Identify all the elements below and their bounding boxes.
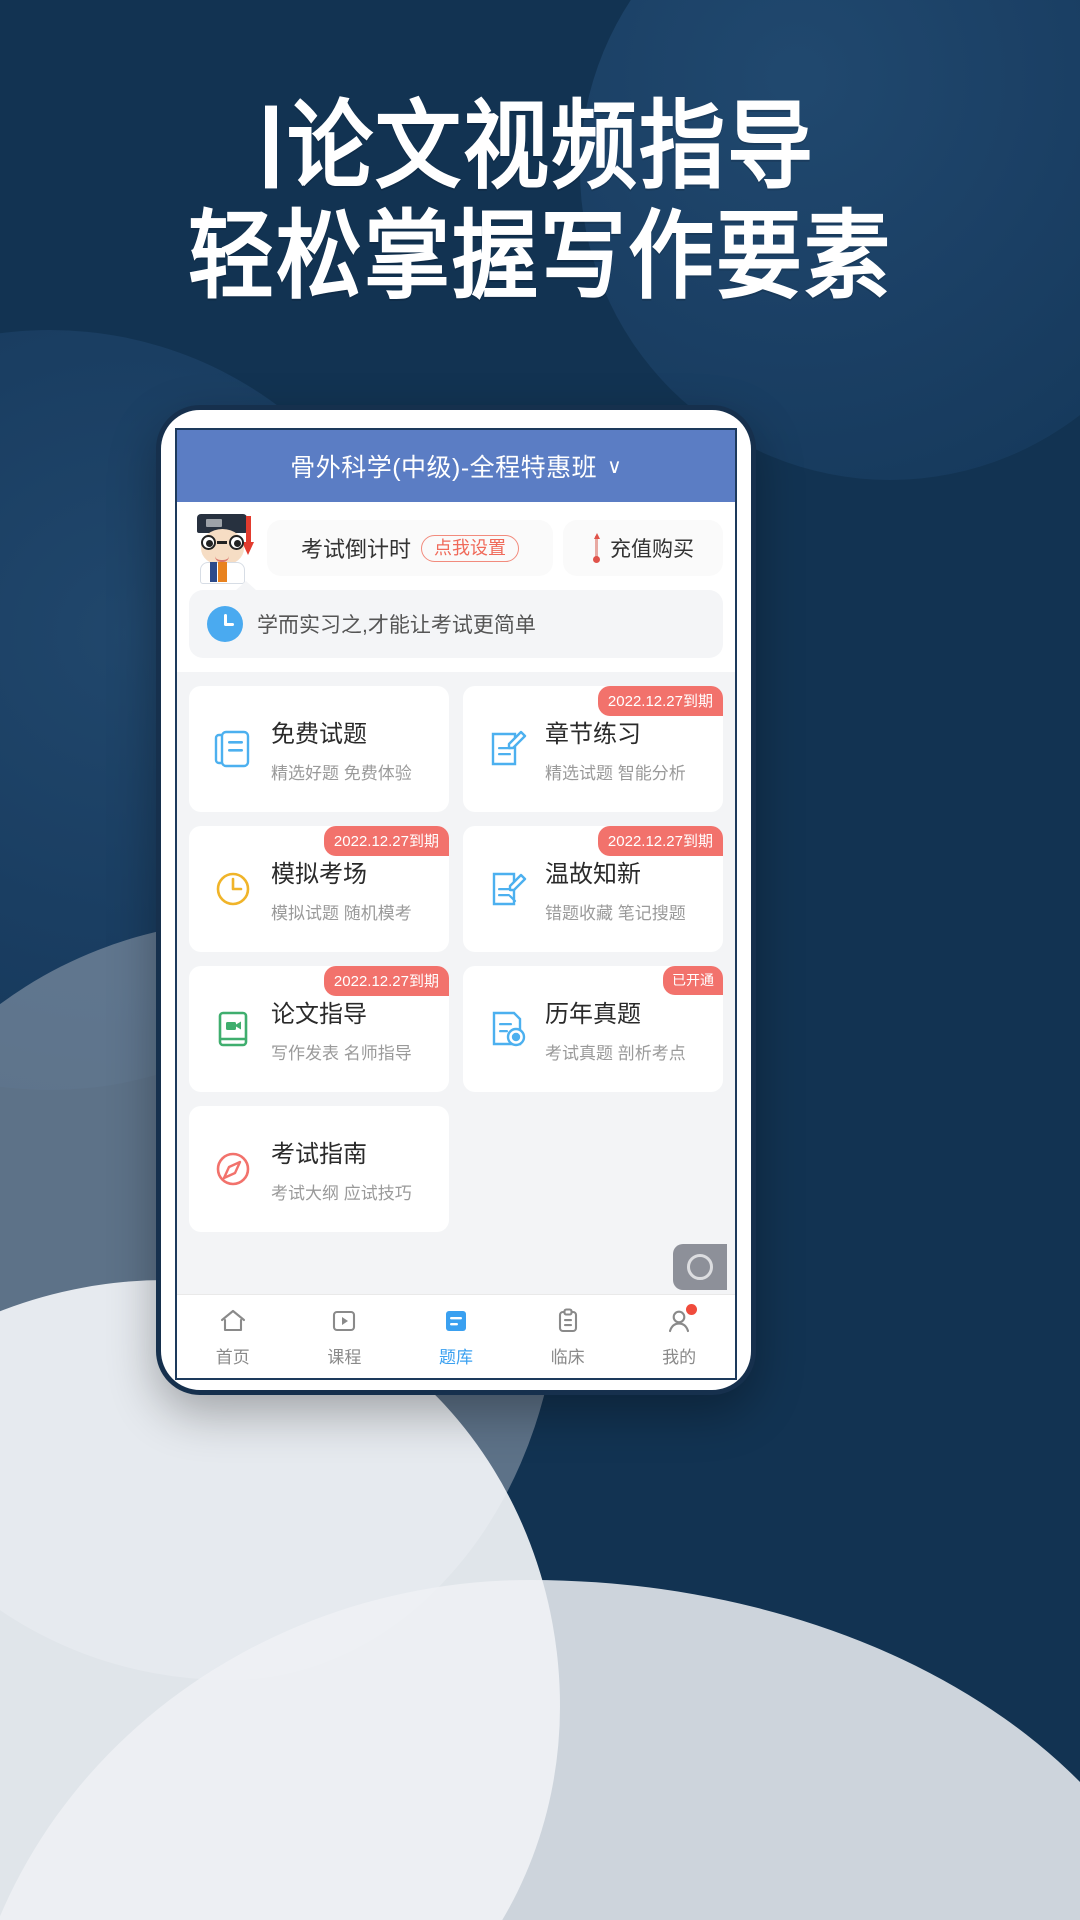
feature-grid: 免费试题 精选好题 免费体验 2022.12.27到期 章节练习 精选试题 智能…: [189, 686, 723, 1232]
recharge-buy-label: 充值购买: [610, 538, 694, 561]
feature-card-title: 模拟考场: [271, 861, 367, 888]
bottom-navigation: 首页 课程 题库 临床 我的: [177, 1294, 735, 1378]
nav-label: 临床: [550, 1347, 585, 1367]
tassel-icon: [242, 516, 254, 555]
status-badge: 2022.12.27到期: [323, 826, 449, 856]
exam-countdown-label: 考试倒计时: [300, 537, 411, 562]
circle-button-icon: [687, 1254, 713, 1280]
user-icon: [664, 1303, 698, 1336]
notebook-pencil-icon: [485, 866, 529, 912]
feature-card-chapter-practice[interactable]: 2022.12.27到期 章节练习 精选试题 智能分析: [463, 686, 723, 812]
nav-item-mine[interactable]: 我的: [623, 1303, 735, 1368]
play-box-icon: [329, 1306, 359, 1336]
thermometer-icon: [592, 533, 601, 563]
feature-card-title: 考试指南: [271, 1141, 367, 1168]
countdown-row: 考试倒计时 点我设置 充值购买: [177, 502, 735, 590]
feature-card-subtitle: 写作发表 名师指导: [271, 1044, 412, 1063]
feature-card-subtitle: 考试真题 剖析考点: [545, 1044, 686, 1063]
nav-item-question-bank[interactable]: 题库: [400, 1306, 512, 1368]
tip-text: 学而实习之,才能让考试更简单: [257, 614, 536, 637]
feature-card-thesis-guidance[interactable]: 2022.12.27到期 论文指导 写作发表 名师指导: [189, 966, 449, 1092]
tip-banner[interactable]: 学而实习之,才能让考试更简单: [189, 581, 723, 658]
clipboard-icon: [553, 1306, 583, 1336]
nav-label: 课程: [327, 1347, 362, 1367]
app-header[interactable]: 骨外科学(中级)-全程特惠班 ∨: [177, 430, 735, 502]
status-badge: 2022.12.27到期: [597, 826, 723, 856]
clock-icon: [207, 606, 243, 642]
home-icon: [218, 1306, 248, 1336]
poster-headline: 论文视频指导 轻松掌握写作要素: [0, 92, 1080, 312]
document-pencil-icon: [485, 726, 529, 772]
compass-icon: [211, 1146, 255, 1192]
feature-card-free-questions[interactable]: 免费试题 精选好题 免费体验: [189, 686, 449, 812]
feature-card-subtitle: 精选试题 智能分析: [545, 764, 686, 783]
feature-card-title: 免费试题: [271, 721, 367, 748]
feature-card-exam-guide[interactable]: 考试指南 考试大纲 应试技巧: [189, 1106, 449, 1232]
feature-card-review[interactable]: 2022.12.27到期 温故知新 错题收藏 笔记搜题: [463, 826, 723, 952]
headline-line-2: 轻松掌握写作要素: [188, 203, 892, 311]
floating-action-button[interactable]: [673, 1244, 727, 1290]
glasses-icon: [200, 535, 245, 550]
feature-card-title: 论文指导: [271, 1001, 367, 1028]
headline-bar-icon: [265, 105, 277, 189]
feature-card-title: 章节练习: [545, 721, 641, 748]
feature-card-mock-exam[interactable]: 2022.12.27到期 模拟考场 模拟试题 随机模考: [189, 826, 449, 952]
headline-line-1-text: 论文视频指导: [287, 93, 815, 201]
feature-card-title: 历年真题: [545, 1001, 641, 1028]
nav-label: 我的: [662, 1347, 697, 1367]
exam-countdown-button[interactable]: 考试倒计时 点我设置: [267, 520, 553, 576]
status-badge: 已开通: [663, 966, 723, 995]
nav-item-clinical[interactable]: 临床: [512, 1306, 624, 1368]
app-screen: 骨外科学(中级)-全程特惠班 ∨ 考试倒计时 点我设置 充值购买 学而实习之,才…: [175, 428, 737, 1380]
avatar-tie: [210, 562, 227, 582]
chevron-down-icon[interactable]: ∨: [607, 454, 622, 479]
recharge-buy-button[interactable]: 充值购买: [563, 520, 723, 576]
headline-line-1: 论文视频指导: [0, 85, 1080, 208]
feature-card-subtitle: 精选好题 免费体验: [271, 764, 412, 783]
feature-card-title: 温故知新: [545, 861, 641, 888]
feature-card-subtitle: 考试大纲 应试技巧: [271, 1184, 412, 1203]
feature-card-subtitle: 错题收藏 笔记搜题: [545, 904, 686, 923]
phone-mockup: 骨外科学(中级)-全程特惠班 ∨ 考试倒计时 点我设置 充值购买 学而实习之,才…: [156, 405, 756, 1395]
notification-dot: [686, 1303, 698, 1315]
nav-label: 首页: [215, 1347, 250, 1367]
clock-outline-icon: [211, 866, 255, 912]
feature-card-subtitle: 模拟试题 随机模考: [271, 904, 412, 923]
video-book-icon: [211, 1006, 255, 1052]
feature-card-past-papers[interactable]: 已开通 历年真题 考试真题 剖析考点: [463, 966, 723, 1092]
nav-item-home[interactable]: 首页: [177, 1306, 289, 1368]
course-title: 骨外科学(中级)-全程特惠班: [290, 454, 598, 482]
tip-banner-wrap: 学而实习之,才能让考试更简单: [177, 581, 735, 672]
document-lines-icon: [211, 726, 255, 772]
question-bank-icon: [441, 1306, 471, 1336]
nav-label: 题库: [438, 1347, 473, 1367]
status-badge: 2022.12.27到期: [323, 966, 449, 996]
avatar: [187, 512, 257, 584]
feature-grid-wrap: 免费试题 精选好题 免费体验 2022.12.27到期 章节练习 精选试题 智能…: [177, 672, 735, 1294]
status-badge: 2022.12.27到期: [597, 686, 723, 716]
nav-item-courses[interactable]: 课程: [289, 1306, 401, 1368]
set-countdown-pill[interactable]: 点我设置: [421, 534, 519, 562]
document-seal-icon: [485, 1006, 529, 1052]
